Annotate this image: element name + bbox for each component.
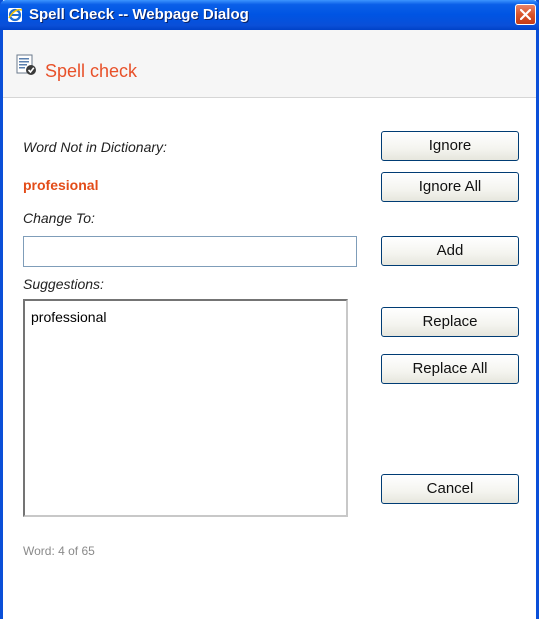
page-title: Spell check — [45, 61, 138, 81]
change-to-label: Change To: — [23, 210, 95, 226]
not-in-dictionary-label: Word Not in Dictionary: — [23, 139, 167, 155]
dialog-header: Spell check — [3, 30, 536, 98]
suggestions-label: Suggestions: — [23, 276, 104, 292]
add-button[interactable]: Add — [381, 236, 519, 266]
cancel-button[interactable]: Cancel — [381, 474, 519, 504]
window-title: Spell Check -- Webpage Dialog — [29, 6, 249, 23]
change-to-input[interactable] — [23, 236, 357, 267]
list-item[interactable]: professional — [25, 305, 346, 329]
suggestions-list[interactable]: professional — [23, 299, 348, 517]
word-progress-status: Word: 4 of 65 — [23, 544, 95, 558]
ignore-all-button[interactable]: Ignore All — [381, 172, 519, 202]
close-button[interactable] — [515, 4, 536, 25]
ignore-button[interactable]: Ignore — [381, 131, 519, 161]
spellcheck-icon — [15, 54, 37, 76]
spell-check-dialog: Spell Check -- Webpage Dialog Spell chec… — [0, 0, 539, 619]
ie-icon — [7, 7, 23, 23]
replace-button[interactable]: Replace — [381, 307, 519, 337]
replace-all-button[interactable]: Replace All — [381, 354, 519, 384]
misspelled-word: profesional — [23, 177, 99, 193]
close-icon — [520, 9, 531, 20]
title-bar[interactable]: Spell Check -- Webpage Dialog — [0, 0, 539, 30]
